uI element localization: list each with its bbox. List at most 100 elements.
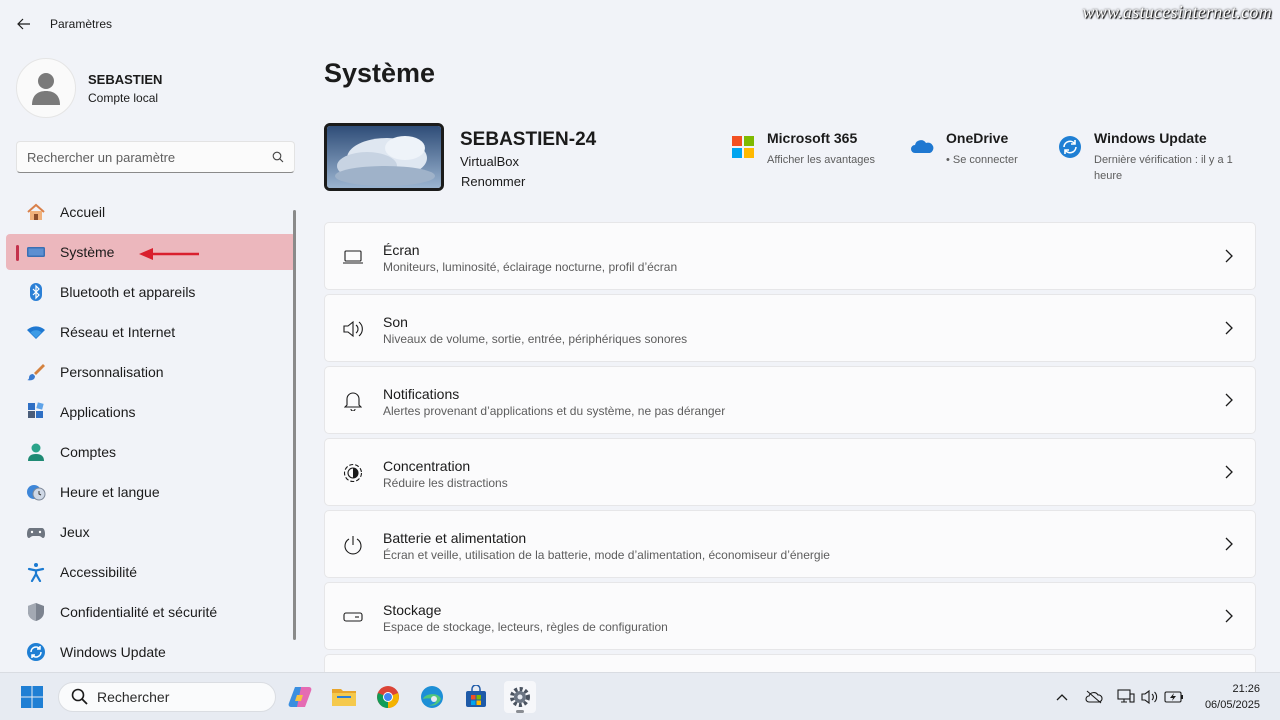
- gamepad-icon: [26, 522, 46, 542]
- battery-tray-button[interactable]: [1164, 687, 1184, 707]
- sidebar-item-label: Confidentialité et sécurité: [60, 604, 218, 620]
- network-icon: [1117, 689, 1135, 703]
- sidebar-item-label: Heure et langue: [60, 484, 160, 500]
- app-title: Paramètres: [50, 17, 113, 31]
- onedrive-tray-button[interactable]: [1084, 687, 1104, 707]
- back-arrow-icon: [17, 18, 30, 30]
- wallpaper-image: [327, 126, 441, 188]
- sidebar-scrollbar[interactable]: [293, 210, 296, 640]
- quick-link-title: OneDrive: [946, 130, 1009, 146]
- focus-icon: [343, 463, 363, 483]
- chevron-right-icon: [1225, 465, 1233, 479]
- chevron-right-icon: [1225, 393, 1233, 407]
- edge-button[interactable]: [416, 681, 448, 713]
- brush-icon: [26, 362, 46, 382]
- card-subtitle: Espace de stockage, lecteurs, règles de …: [383, 620, 668, 634]
- windows-start-icon: [21, 686, 43, 708]
- user-profile[interactable]: SEBASTIEN Compte local: [16, 58, 296, 118]
- onedrive-icon: [911, 140, 934, 153]
- card-next-partial[interactable]: [324, 654, 1256, 674]
- title-bar: Paramètres www.astucesinternet.com: [0, 0, 1280, 48]
- card-title: Notifications: [383, 386, 460, 402]
- microsoft-store-button[interactable]: [460, 681, 492, 713]
- taskbar: Rechercher 21:26 06/05/2025: [0, 672, 1280, 720]
- quick-link-windows-update[interactable]: Windows Update Dernière vérification : i…: [1058, 130, 1258, 184]
- taskbar-search[interactable]: Rechercher: [58, 682, 276, 712]
- windows-update-icon: [1059, 136, 1081, 158]
- rename-link[interactable]: Renommer: [461, 174, 525, 189]
- accounts-icon: [26, 442, 46, 462]
- sidebar-item-label: Accessibilité: [60, 564, 138, 580]
- device-name: SEBASTIEN-24: [460, 129, 597, 150]
- copilot-icon: [288, 687, 312, 707]
- card-subtitle: Niveaux de volume, sortie, entrée, périp…: [383, 332, 688, 346]
- shield-icon: [26, 602, 46, 622]
- sidebar-item-bluetooth[interactable]: Bluetooth et appareils: [6, 274, 296, 310]
- settings-taskbar-button[interactable]: [504, 681, 536, 713]
- card-son[interactable]: Son Niveaux de volume, sortie, entrée, p…: [324, 294, 1256, 362]
- card-title: Batterie et alimentation: [383, 530, 527, 546]
- card-title: Son: [383, 314, 408, 330]
- sound-icon: [343, 319, 363, 339]
- sidebar-item-confidentialite[interactable]: Confidentialité et sécurité: [6, 594, 296, 630]
- quick-link-microsoft365[interactable]: Microsoft 365 Afficher les avantages: [731, 130, 875, 168]
- copilot-button[interactable]: [284, 681, 316, 713]
- settings-search[interactable]: [16, 141, 295, 173]
- store-icon: [466, 685, 486, 707]
- sidebar-item-heure-langue[interactable]: Heure et langue: [6, 474, 296, 510]
- network-tray-button[interactable]: [1116, 687, 1136, 707]
- taskbar-search-label: Rechercher: [97, 689, 170, 705]
- device-wallpaper-thumbnail[interactable]: [324, 123, 444, 191]
- bell-icon: [343, 391, 363, 411]
- chevron-right-icon: [1225, 537, 1233, 551]
- card-subtitle: Moniteurs, luminosité, éclairage nocturn…: [383, 260, 678, 274]
- card-title: Écran: [383, 242, 420, 258]
- chevron-right-icon: [1225, 321, 1233, 335]
- card-ecran[interactable]: Écran Moniteurs, luminosité, éclairage n…: [324, 222, 1256, 290]
- update-icon: [26, 642, 46, 662]
- clock-time: 21:26: [1232, 683, 1260, 695]
- file-explorer-button[interactable]: [328, 681, 360, 713]
- sidebar-item-personnalisation[interactable]: Personnalisation: [6, 354, 296, 390]
- clock-date: 06/05/2025: [1204, 699, 1260, 711]
- sidebar-item-comptes[interactable]: Comptes: [6, 434, 296, 470]
- folder-icon: [332, 689, 356, 706]
- battery-plugged-icon: [1164, 691, 1183, 703]
- quick-link-onedrive[interactable]: OneDrive • Se connecter: [910, 130, 1018, 168]
- chevron-right-icon: [1225, 249, 1233, 263]
- settings-search-input[interactable]: [27, 149, 272, 165]
- chevron-right-icon: [1225, 609, 1233, 623]
- card-batterie[interactable]: Batterie et alimentation Écran et veille…: [324, 510, 1256, 578]
- device-model: VirtualBox: [460, 154, 520, 169]
- sidebar-item-accessibilite[interactable]: Accessibilité: [6, 554, 296, 590]
- sidebar-item-label: Comptes: [60, 444, 117, 460]
- sidebar-item-reseau[interactable]: Réseau et Internet: [6, 314, 296, 350]
- sidebar-item-windows-update[interactable]: Windows Update: [6, 634, 296, 670]
- sidebar-item-label: Applications: [60, 404, 136, 420]
- taskbar-clock[interactable]: 21:26 06/05/2025: [1205, 681, 1260, 713]
- speaker-icon: [1141, 689, 1158, 705]
- show-hidden-icons-button[interactable]: [1052, 687, 1072, 707]
- quick-link-subtitle-text: Se connecter: [952, 154, 1018, 166]
- chrome-button[interactable]: [372, 681, 404, 713]
- sidebar-item-applications[interactable]: Applications: [6, 394, 296, 430]
- quick-link-subtitle: • Se connecter: [946, 152, 1018, 168]
- sidebar-item-accueil[interactable]: Accueil: [6, 194, 296, 230]
- back-button[interactable]: [12, 12, 36, 36]
- microsoft365-icon: [732, 136, 754, 158]
- profile-name: SEBASTIEN: [88, 72, 163, 87]
- card-notifications[interactable]: Notifications Alertes provenant d’applic…: [324, 366, 1256, 434]
- onedrive-offline-icon: [1085, 690, 1103, 704]
- card-subtitle: Alertes provenant d’applications et du s…: [383, 404, 726, 418]
- sidebar-item-label: Réseau et Internet: [60, 324, 176, 340]
- gear-icon: [510, 687, 530, 707]
- settings-window: Paramètres www.astucesinternet.com SEBAS…: [0, 0, 1280, 674]
- start-button[interactable]: [16, 681, 48, 713]
- power-icon: [343, 535, 363, 555]
- sidebar-item-jeux[interactable]: Jeux: [6, 514, 296, 550]
- card-stockage[interactable]: Stockage Espace de stockage, lecteurs, r…: [324, 582, 1256, 650]
- account-type: Compte local: [88, 91, 159, 105]
- volume-tray-button[interactable]: [1140, 687, 1160, 707]
- card-concentration[interactable]: Concentration Réduire les distractions: [324, 438, 1256, 506]
- accessibility-icon: [26, 562, 46, 582]
